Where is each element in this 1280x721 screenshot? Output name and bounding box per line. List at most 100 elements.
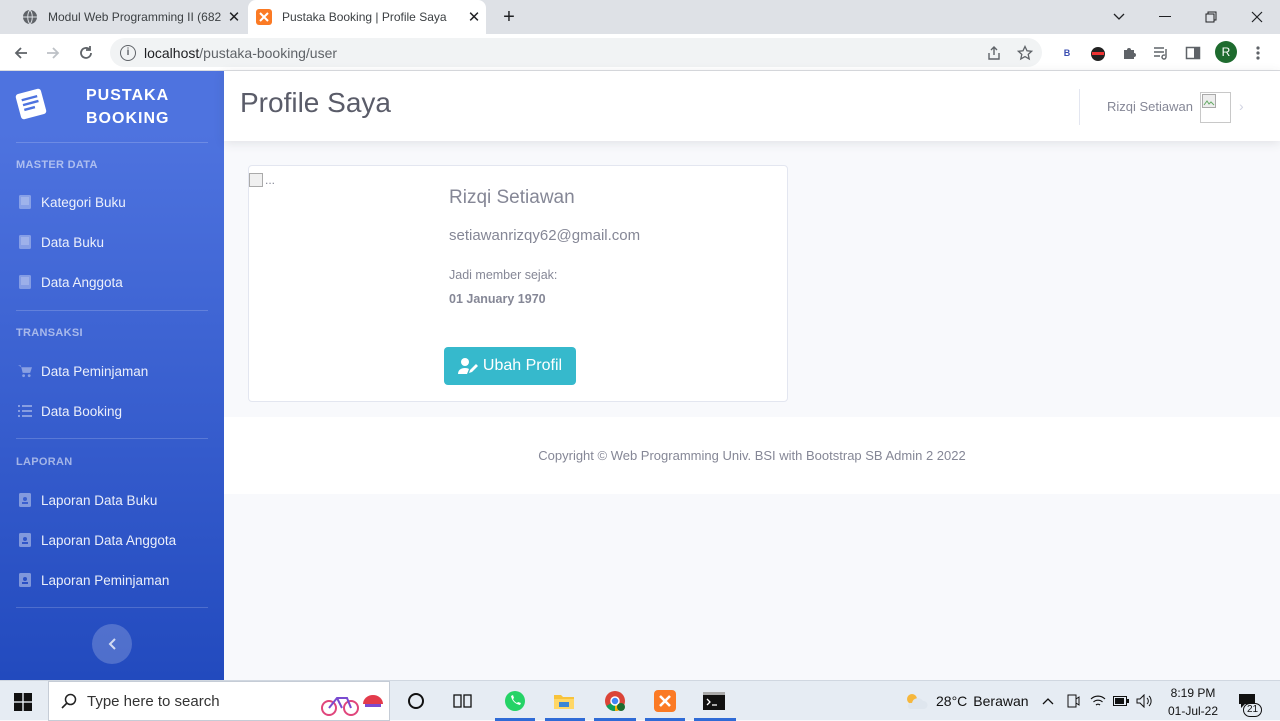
sidebar-item-label: Data Peminjaman [41,363,149,379]
search-icon [61,693,77,709]
url-host: localhost [144,44,200,61]
battery-icon[interactable] [1113,681,1129,721]
profile-image-alt: ... [265,173,276,187]
profile-name: Rizqi Setiawan [449,187,575,208]
xampp-taskbar-icon[interactable] [650,687,680,715]
wifi-icon[interactable] [1090,681,1106,721]
taskbar-search-input[interactable]: Type here to search [48,681,390,721]
profile-email: setiawanrizqy62@gmail.com [449,227,641,244]
tab-search-chevron-icon[interactable] [1096,0,1142,34]
chrome-icon[interactable] [600,687,630,715]
share-icon[interactable] [985,44,1003,62]
meet-now-icon[interactable] [1066,681,1080,721]
minimize-icon[interactable] [1142,0,1188,34]
sidebar-item-laporan-data-anggota[interactable]: Laporan Data Anggota [0,520,224,560]
taskbar-clock[interactable]: 8:19 PM 01-Jul-22 [1160,684,1226,720]
restore-icon[interactable] [1188,0,1234,34]
brand-line-2: BOOKING [86,110,170,127]
browser-menu-kebab-icon[interactable] [1247,42,1269,64]
task-view-icon[interactable] [448,687,478,715]
browser-profile-avatar[interactable]: R [1215,41,1237,63]
extension-b-icon[interactable]: B [1056,42,1078,64]
extension-ninja-icon[interactable] [1087,42,1109,64]
sidebar-item-label: Laporan Peminjaman [41,572,170,588]
edit-profile-button[interactable]: Ubah Profil [444,347,576,385]
forward-arrow-icon[interactable] [40,40,66,66]
address-book-icon [18,573,32,587]
profile-image: ... [249,170,279,190]
reading-list-icon[interactable] [1150,42,1172,64]
sidebar-item-data-anggota[interactable]: Data Anggota [0,262,224,302]
sidebar-item-laporan-peminjaman[interactable]: Laporan Peminjaman [0,560,224,600]
reload-icon[interactable] [73,40,99,66]
weather-temp: 28°C [936,693,968,709]
sidebar: PUSTAKA BOOKING MASTER DATA Kategori Buk… [0,71,224,680]
terminal-icon[interactable] [699,687,729,715]
tray-chevron-up-icon[interactable] [1042,681,1054,721]
sidebar-divider [16,142,208,143]
chevron-right-icon[interactable]: › [1239,98,1244,114]
sidebar-item-data-buku[interactable]: Data Buku [0,222,224,262]
windows-taskbar: Type here to search 28°C Berawan 8:19 PM… [0,680,1280,721]
profile-card: ... Rizqi Setiawan setiawanrizqy62@gmail… [248,165,788,402]
volume-icon[interactable] [1136,681,1154,721]
sidebar-heading-laporan: LAPORAN [16,456,73,468]
cortana-circle-icon[interactable] [401,687,431,715]
shopping-cart-icon [18,364,32,378]
clock-time: 8:19 PM [1170,686,1216,700]
address-bar[interactable]: i localhost/pustaka-booking/user [110,38,1042,67]
chevron-left-icon [108,638,116,650]
globe-icon [22,9,38,25]
sidebar-divider [16,438,208,439]
sidebar-item-label: Data Anggota [41,274,123,290]
sidebar-item-data-peminjaman[interactable]: Data Peminjaman [0,351,224,391]
page-title: Profile Saya [240,87,391,118]
back-arrow-icon[interactable] [8,40,34,66]
topbar-user-avatar[interactable] [1200,92,1231,123]
xampp-icon [256,9,272,25]
close-window-icon[interactable] [1234,0,1280,34]
tab-title: Pustaka Booking | Profile Saya [282,10,447,24]
sidebar-item-label: Laporan Data Anggota [41,532,177,548]
side-panel-icon[interactable] [1182,42,1204,64]
partly-cloudy-icon [907,694,928,709]
whatsapp-icon[interactable] [500,687,530,715]
sidebar-item-data-booking[interactable]: Data Booking [0,391,224,431]
tab-pustaka-booking[interactable]: Pustaka Booking | Profile Saya ✕ [248,0,486,34]
windows-start-icon[interactable] [14,693,32,711]
sidebar-toggle-button[interactable] [92,624,132,664]
notifications-icon[interactable]: 21 [1238,681,1263,721]
tab-title: Modul Web Programming II (682 [48,10,222,24]
new-tab-plus-icon[interactable]: + [497,5,521,29]
sidebar-item-kategori-buku[interactable]: Kategori Buku [0,182,224,222]
sidebar-item-laporan-data-buku[interactable]: Laporan Data Buku [0,480,224,520]
sidebar-heading-transaksi: TRANSAKSI [16,327,83,339]
brand-line-1: PUSTAKA [86,87,170,104]
weather-widget[interactable]: 28°C Berawan [902,681,1029,721]
book-icon [18,275,32,289]
member-since-date: 01 January 1970 [449,292,546,306]
book-brand-icon [15,88,47,120]
search-placeholder: Type here to search [87,692,220,710]
site-info-icon[interactable]: i [120,44,136,61]
sidebar-divider [16,607,208,608]
tab-modul-web-programming[interactable]: Modul Web Programming II (682 ✕ [14,0,246,34]
bookmark-star-icon[interactable] [1016,44,1034,62]
tab-close-icon[interactable]: ✕ [222,8,246,26]
notification-count: 21 [1243,703,1263,717]
file-explorer-folder-icon[interactable] [549,687,579,715]
footer: Copyright © Web Programming Univ. BSI wi… [224,417,1280,494]
sidebar-divider [16,310,208,311]
topbar-user-name[interactable]: Rizqi Setiawan [1107,99,1193,114]
bicycle-helmet-icon [321,695,383,716]
clock-date: 01-Jul-22 [1167,704,1219,718]
sidebar-item-label: Data Buku [41,234,105,250]
footer-copyright: Copyright © Web Programming Univ. BSI wi… [538,448,966,463]
sidebar-brand[interactable]: PUSTAKA BOOKING [0,71,224,141]
topbar: Profile Saya Rizqi Setiawan › [224,71,1280,141]
extensions-puzzle-icon[interactable] [1119,42,1141,64]
user-edit-icon [457,358,478,374]
sidebar-item-label: Data Booking [41,403,123,419]
sidebar-item-label: Kategori Buku [41,194,126,210]
tab-close-icon[interactable]: ✕ [462,8,486,26]
